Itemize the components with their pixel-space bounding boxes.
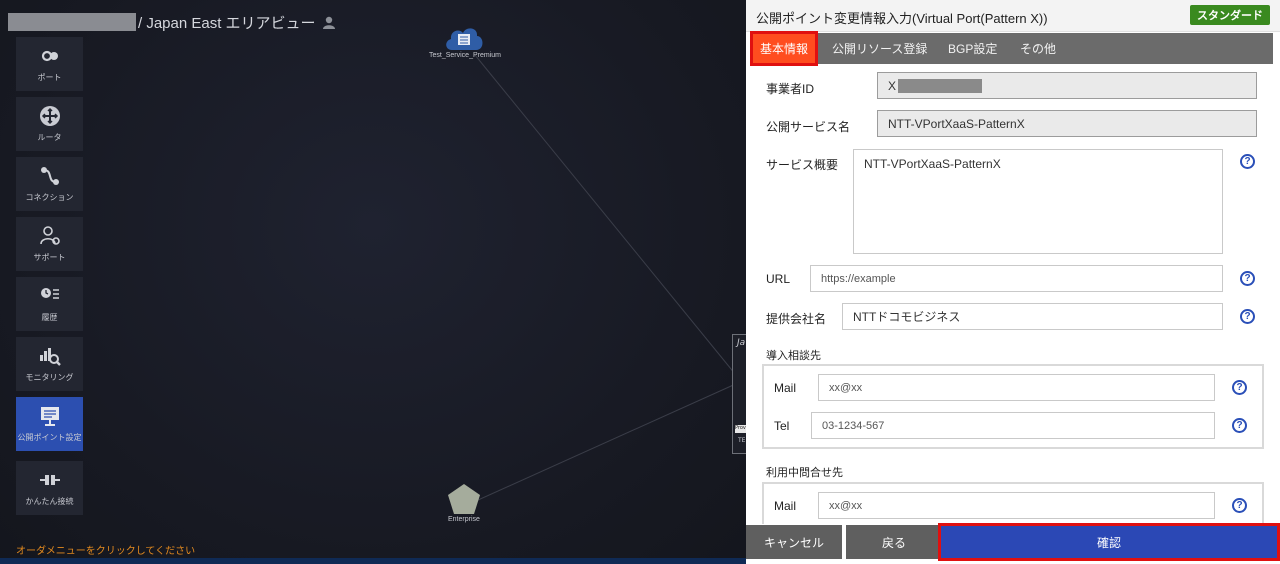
operator-id-field: X (877, 72, 1257, 99)
support-icon (39, 226, 60, 245)
url-label: URL (766, 272, 791, 286)
back-button[interactable]: 戻る (846, 525, 942, 559)
monitoring-icon (39, 348, 61, 366)
provider-label: 提供会社名 (766, 312, 827, 326)
order-menu-hint: オーダメニューをクリックしてください (16, 546, 196, 557)
panel-header: 公開ポイント変更情報入力(Virtual Port(Pattern X)) スタ… (746, 0, 1280, 32)
service-summary-value: NTT-VPortXaaS-PatternX (864, 157, 1001, 171)
user-icon (322, 16, 335, 29)
history-icon (40, 288, 59, 299)
intro-mail-value: xx@xx (829, 381, 863, 394)
sidebar-item-port[interactable]: ポート (16, 37, 83, 91)
area-box-title: Ja (737, 338, 746, 348)
plan-badge: スタンダード (1190, 5, 1270, 25)
enterprise-node-icon[interactable] (447, 483, 481, 515)
service-name-value: NTT-VPortXaaS-PatternX (888, 116, 1025, 131)
sidebar-item-label: かんたん接続 (25, 497, 74, 506)
inquiry-mail-input[interactable]: xx@xx (818, 492, 1215, 519)
help-icon[interactable]: ? (1240, 154, 1255, 169)
sidebar-item-monitoring[interactable]: モニタリング (16, 337, 83, 391)
redacted-operator-id (898, 78, 983, 93)
service-name-label: 公開サービス名 (766, 120, 851, 134)
publish-point-icon (40, 407, 59, 426)
redacted-name (8, 13, 136, 31)
sidebar-item-label: ルータ (37, 133, 62, 142)
confirm-button[interactable]: 確認 (938, 523, 1280, 561)
panel-title: 公開ポイント変更情報入力(Virtual Port(Pattern X)) (756, 11, 1048, 26)
sidebar-item-history[interactable]: 履歴 (16, 277, 83, 331)
service-name-field: NTT-VPortXaaS-PatternX (877, 110, 1257, 137)
area-view-title: / Japan East エリアビュー (8, 12, 336, 32)
intro-tel-input[interactable]: 03-1234-567 (811, 412, 1215, 439)
sidebar-item-easy-connect[interactable]: かんたん接続 (16, 461, 83, 515)
sidebar-item-publish-point[interactable]: 公開ポイント設定 (16, 397, 83, 451)
sidebar-item-label: コネクション (25, 193, 74, 202)
sidebar-item-support[interactable]: サポート (16, 217, 83, 271)
operator-id-label: 事業者ID (766, 82, 815, 96)
help-icon[interactable]: ? (1232, 498, 1247, 513)
sidebar-item-label: 公開ポイント設定 (17, 433, 82, 442)
help-icon[interactable]: ? (1240, 271, 1255, 286)
topology-map[interactable]: / Japan East エリアビュー ポート ルータ コネクション サポート … (0, 0, 746, 564)
publish-point-edit-panel: 公開ポイント変更情報入力(Virtual Port(Pattern X)) スタ… (746, 0, 1280, 564)
connection-icon (40, 167, 59, 185)
intro-tel-label: Tel (774, 419, 790, 433)
sidebar-item-router[interactable]: ルータ (16, 97, 83, 151)
url-input[interactable]: https://example (810, 265, 1223, 292)
service-summary-label: サービス概要 (766, 158, 839, 172)
port-icon (41, 50, 58, 62)
service-summary-textarea[interactable]: NTT-VPortXaaS-PatternX (853, 149, 1223, 254)
inquiry-contact-label: 利用中問合せ先 (766, 467, 843, 479)
tab-public-resource[interactable]: 公開リソース登録 (832, 33, 927, 64)
provider-value: NTTドコモビジネス (853, 310, 961, 324)
panel-footer: キャンセル 戻る 確認 (746, 523, 1280, 564)
connection-lines (466, 54, 741, 506)
sidebar-item-label: モニタリング (25, 373, 74, 382)
cloud-service-icon[interactable] (443, 24, 485, 52)
sidebar-item-label: 履歴 (41, 313, 58, 322)
area-box-partial[interactable]: Ja Prov TE (732, 334, 746, 454)
sidebar-item-label: ポート (37, 73, 62, 82)
inquiry-mail-label: Mail (774, 499, 797, 513)
tab-basic-info[interactable]: 基本情報 (749, 31, 819, 66)
intro-mail-label: Mail (774, 381, 797, 395)
area-box-sub: TE (738, 437, 746, 444)
cancel-button[interactable]: キャンセル (746, 525, 842, 559)
tab-other[interactable]: その他 (1020, 33, 1056, 64)
area-box-tag: Prov (735, 425, 746, 433)
help-icon[interactable]: ? (1232, 380, 1247, 395)
basic-info-form: 事業者ID X 公開サービス名 NTT-VPortXaaS-PatternX サ… (746, 64, 1280, 524)
intro-tel-value: 03-1234-567 (822, 419, 885, 432)
operator-id-value: X (888, 78, 897, 93)
url-value: https://example (821, 272, 896, 285)
provider-input[interactable]: NTTドコモビジネス (842, 303, 1223, 330)
help-icon[interactable]: ? (1240, 309, 1255, 324)
sidebar-item-label: サポート (33, 253, 66, 262)
intro-contact-label: 導入相談先 (766, 350, 821, 362)
status-strip (0, 558, 746, 564)
enterprise-node-label: Enterprise (448, 516, 480, 523)
help-icon[interactable]: ? (1232, 418, 1247, 433)
intro-mail-input[interactable]: xx@xx (818, 374, 1215, 401)
service-node-label: Test_Service_Premium (429, 52, 501, 59)
easy-connect-icon (39, 475, 60, 485)
tab-bgp-settings[interactable]: BGP設定 (948, 33, 997, 64)
sidebar-item-connection[interactable]: コネクション (16, 157, 83, 211)
tab-bar: 基本情報 公開リソース登録 BGP設定 その他 (749, 31, 1273, 66)
router-icon (39, 106, 60, 126)
inquiry-mail-value: xx@xx (829, 499, 863, 512)
area-title-text: / Japan East エリアビュー (138, 14, 316, 32)
